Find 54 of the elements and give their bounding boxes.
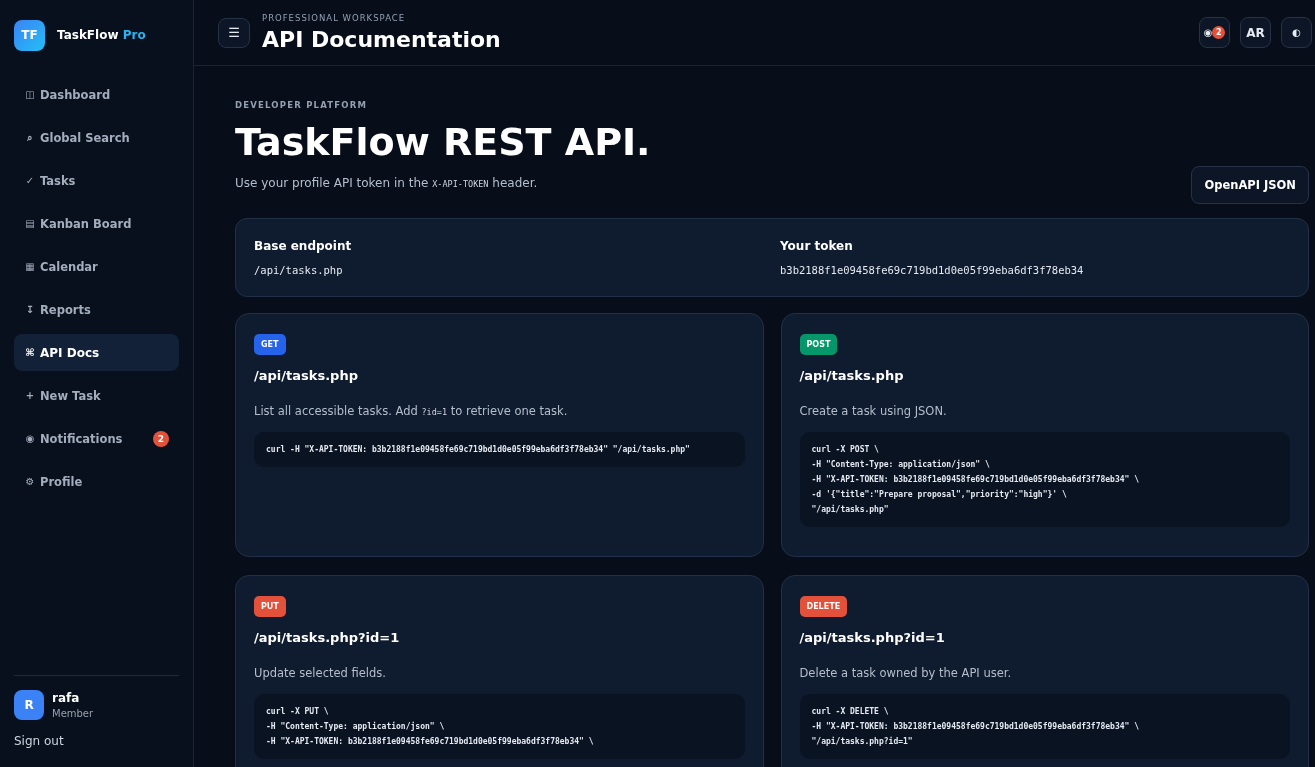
code-line: -H "Content-Type: application/json" \ (811, 459, 991, 470)
code-line: -H "X-API-TOKEN: b3b2188f1e09458fe69c719bd1d0e05f99eba6df3f78eb34" \ (811, 721, 1140, 732)
code-line: curl -X POST \ (811, 444, 880, 455)
endpoint-description: Create a task using JSON. (799, 404, 947, 418)
endpoint-description: Delete a task owned by the API user. (799, 666, 1012, 680)
sidebar-item[interactable]: ▤ Kanban Board (14, 205, 179, 242)
openapi-button[interactable]: OpenAPI JSON (1191, 166, 1309, 204)
brand-name: TaskFlow Pro (57, 28, 146, 42)
sidebar-item[interactable]: ⌕ Global Search (14, 119, 179, 156)
endpoint-path: /api/tasks.php (254, 368, 358, 383)
code-line: -H "Content-Type: application/json" \ (266, 721, 446, 732)
code-line: "/api/tasks.php?id=1" (811, 736, 914, 747)
code-line: -H "X-API-TOKEN: b3b2188f1e09458fe69c719bd1d0e05f99eba6df3f78eb34" \ (811, 474, 1140, 485)
method-tag: GET (254, 334, 286, 355)
menu-button[interactable]: ☰ (218, 17, 250, 48)
sidebar-item[interactable]: ⚙ Profile (14, 463, 179, 500)
user-role: Member (52, 708, 94, 719)
sidebar-item[interactable]: ◫ Dashboard (14, 76, 179, 113)
sidebar-item[interactable]: ▦ Calendar (14, 248, 179, 285)
endpoint-path: /api/tasks.php?id=1 (254, 630, 400, 645)
sidebar-item[interactable]: ◉ Notifications 2 (14, 420, 179, 457)
theme-button[interactable]: ◐ (1281, 17, 1312, 48)
sign-out-link[interactable]: Sign out (14, 734, 64, 748)
method-tag: POST (799, 334, 838, 355)
method-tag: PUT (254, 596, 286, 617)
code-line: "/api/tasks.php" (811, 504, 890, 515)
endpoint-path: /api/tasks.php (799, 368, 904, 383)
endpoint-path: /api/tasks.php?id=1 (799, 630, 945, 645)
info-label: Base endpoint (254, 239, 353, 253)
info-value: /api/tasks.php (254, 264, 344, 276)
code-line: -d '{"title":"Prepare proposal","priority":"high"}' \ (811, 489, 1068, 500)
sidebar-item[interactable]: ↧ Reports (14, 291, 179, 328)
page-eyebrow: PROFESSIONAL WORKSPACE (262, 13, 407, 23)
code-line: curl -H "X-API-TOKEN: b3b2188f1e09458fe69c719bd1d0e05f99eba6df3f78eb34" "/api/tasks.php" (266, 444, 691, 455)
code-line: curl -X DELETE \ (811, 706, 890, 717)
endpoint-description: List all accessible tasks. Add ?id=1 to retrieve one task. (254, 404, 568, 418)
notifications-button[interactable]: ◉ 2 (1199, 17, 1230, 48)
section-eyebrow: DEVELOPER PLATFORM (235, 100, 369, 110)
sidebar-item[interactable]: ⌘ API Docs (14, 334, 179, 371)
sidebar-item[interactable]: + New Task (14, 377, 179, 414)
info-label: Your token (780, 239, 854, 253)
hero-title: TaskFlow REST API. (235, 120, 651, 164)
logo: TF (14, 19, 45, 51)
page-title: API Documentation (262, 27, 502, 52)
hero-description: Use your profile API token in the X-API-TOKEN header. (235, 176, 539, 190)
user-name: rafa (52, 691, 81, 705)
info-value: b3b2188f1e09458fe69c719bd1d0e05f99eba6df3f78eb34 (780, 264, 1085, 276)
sidebar-item[interactable]: ✓ Tasks (14, 162, 179, 199)
endpoint-description: Update selected fields. (254, 666, 386, 680)
avatar: R (14, 690, 44, 720)
language-button[interactable]: AR (1240, 17, 1271, 48)
method-tag: DELETE (799, 596, 848, 617)
code-line: curl -X PUT \ (266, 706, 330, 717)
code-line: -H "X-API-TOKEN: b3b2188f1e09458fe69c719bd1d0e05f99eba6df3f78eb34" \ (266, 736, 595, 747)
